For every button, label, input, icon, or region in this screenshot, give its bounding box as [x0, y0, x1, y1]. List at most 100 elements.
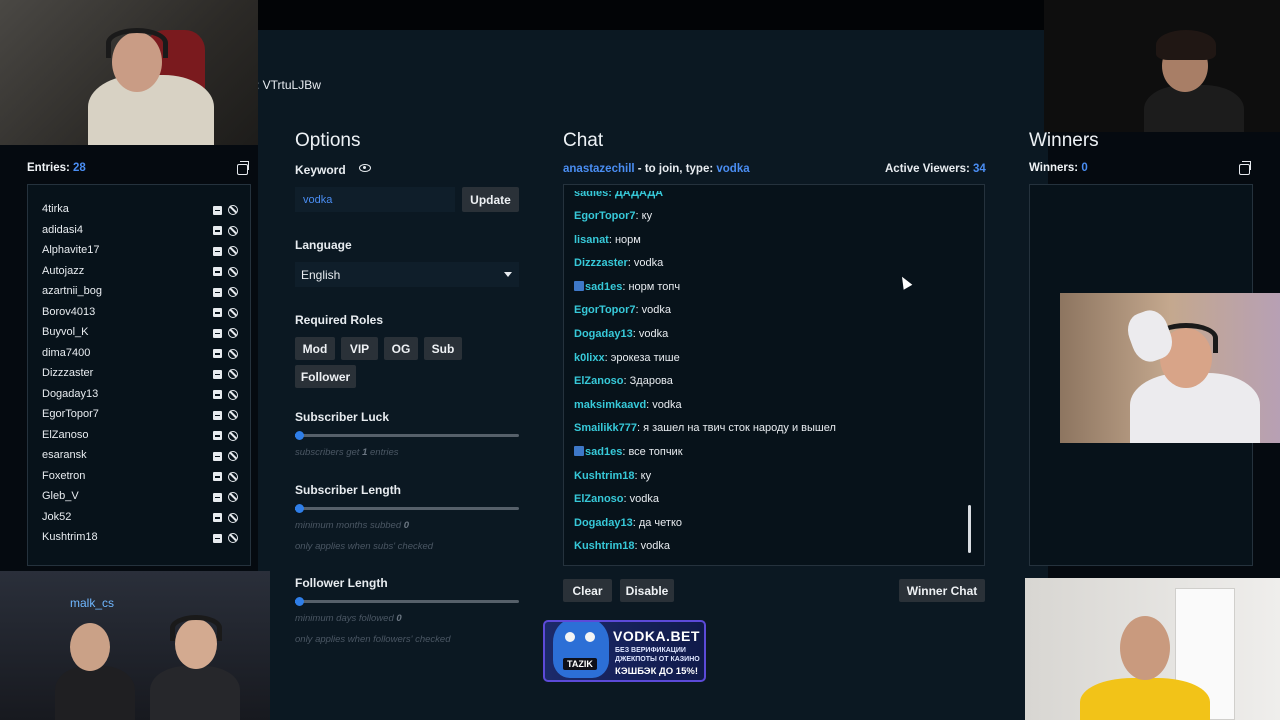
keyword-input[interactable] — [295, 187, 455, 212]
list-item[interactable]: adidasi4 — [28, 224, 250, 240]
chat-username[interactable]: lisanat — [574, 234, 609, 246]
chat-log[interactable]: sadles: ДАДАДА EgorTopor7: ку lisanat: но… — [563, 184, 985, 566]
ban-icon[interactable] — [228, 348, 238, 359]
remove-entry-icon[interactable] — [213, 410, 222, 420]
chat-username[interactable]: Dizzzaster — [574, 257, 628, 269]
ban-icon[interactable] — [228, 533, 238, 543]
chat-username[interactable]: EgorTopor7 — [574, 304, 636, 316]
role-vip-button[interactable]: VIP — [341, 337, 378, 360]
entry-name: Dogaday13 — [42, 387, 99, 400]
list-item[interactable]: Alphavite17 — [28, 244, 250, 260]
chat-username[interactable]: k0lixx — [574, 352, 605, 364]
ban-icon[interactable] — [228, 307, 238, 318]
list-item[interactable]: Borov4013 — [28, 306, 250, 322]
chat-scrollbar[interactable] — [968, 505, 971, 553]
eye-icon[interactable] — [359, 164, 371, 172]
ban-icon[interactable] — [228, 492, 238, 502]
remove-entry-icon[interactable] — [213, 533, 222, 543]
list-item[interactable]: ElZanoso — [28, 429, 250, 445]
list-item[interactable]: Dogaday13 — [28, 388, 250, 404]
remove-entry-icon[interactable] — [213, 369, 222, 379]
list-item[interactable]: Dizzzaster — [28, 367, 250, 383]
list-item[interactable]: dima7400 — [28, 347, 250, 363]
webcam-right-middle — [1060, 293, 1280, 443]
list-item[interactable]: azartnii_bog — [28, 285, 250, 301]
remove-entry-icon[interactable] — [213, 349, 222, 358]
remove-entry-icon[interactable] — [213, 513, 222, 522]
ban-icon[interactable] — [228, 389, 238, 400]
remove-entry-icon[interactable] — [213, 492, 222, 502]
chat-username[interactable]: sad1es — [585, 446, 622, 458]
list-item[interactable]: Buyvol_K — [28, 326, 250, 342]
ban-icon[interactable] — [228, 328, 238, 338]
remove-entry-icon[interactable] — [213, 328, 222, 338]
list-item[interactable]: Kushtrim18 — [28, 531, 250, 547]
entries-list[interactable]: 4tirka adidasi4 Alphavite17 Autojazz azartni… — [27, 184, 251, 566]
remove-entry-icon[interactable] — [213, 451, 222, 461]
ban-icon[interactable] — [228, 451, 238, 461]
copy-winners-icon[interactable] — [1239, 161, 1251, 175]
ban-icon[interactable] — [228, 287, 238, 297]
remove-entry-icon[interactable] — [213, 431, 222, 440]
person-left — [55, 666, 135, 720]
chat-username[interactable]: ElZanoso — [574, 493, 624, 505]
ban-icon[interactable] — [228, 410, 238, 420]
chat-username[interactable]: Smailikk777 — [574, 422, 637, 434]
list-item[interactable]: 4tirka — [28, 203, 250, 219]
follower-length-slider[interactable] — [295, 597, 519, 606]
entry-actions — [213, 410, 238, 420]
role-follower-button[interactable]: Follower — [295, 365, 356, 388]
role-mod-button[interactable]: Mod — [295, 337, 335, 360]
chat-username[interactable]: sad1es — [585, 281, 622, 293]
required-roles-label: Required Roles — [295, 313, 384, 327]
role-og-button[interactable]: OG — [384, 337, 418, 360]
winner-chat-button[interactable]: Winner Chat — [899, 579, 985, 602]
chat-username[interactable]: Dogaday13 — [574, 517, 633, 529]
copy-entries-icon[interactable] — [237, 161, 249, 175]
hint-text: entries — [370, 447, 399, 458]
subscriber-luck-label: Subscriber Luck — [295, 410, 390, 424]
remove-entry-icon[interactable] — [213, 390, 222, 399]
options-title: Options — [295, 130, 361, 151]
clear-button[interactable]: Clear — [563, 579, 612, 602]
chat-username[interactable]: Kushtrim18 — [574, 540, 635, 552]
ban-icon[interactable] — [228, 471, 238, 482]
chat-username[interactable]: ElZanoso — [574, 375, 624, 387]
language-select[interactable]: English — [295, 262, 519, 287]
remove-entry-icon[interactable] — [213, 226, 222, 235]
subscriber-length-slider[interactable] — [295, 504, 519, 513]
remove-entry-icon[interactable] — [213, 246, 222, 256]
ban-icon[interactable] — [228, 205, 238, 215]
subscriber-luck-slider[interactable] — [295, 431, 519, 440]
role-sub-button[interactable]: Sub — [424, 337, 462, 360]
list-item[interactable]: Jok52 — [28, 511, 250, 527]
ban-icon[interactable] — [228, 225, 238, 236]
remove-entry-icon[interactable] — [213, 287, 222, 297]
ban-icon[interactable] — [228, 266, 238, 277]
update-button[interactable]: Update — [462, 187, 519, 212]
promo-banner[interactable]: TAZIK VODKA.BET БЕЗ ВЕРИФИКАЦИИ ДЖЕКПОТЫ… — [543, 620, 706, 682]
remove-entry-icon[interactable] — [213, 308, 222, 317]
list-item[interactable]: Gleb_V — [28, 490, 250, 506]
ban-icon[interactable] — [228, 430, 238, 441]
remove-entry-icon[interactable] — [213, 472, 222, 481]
list-item[interactable]: EgorTopor7 — [28, 408, 250, 424]
list-item[interactable]: Foxetron — [28, 470, 250, 486]
list-item[interactable]: esaransk — [28, 449, 250, 465]
keyword-label: Keyword — [295, 163, 346, 177]
ban-icon[interactable] — [228, 512, 238, 523]
list-item[interactable]: Autojazz — [28, 265, 250, 281]
ban-icon[interactable] — [228, 246, 238, 256]
entry-name: Kushtrim18 — [42, 531, 98, 543]
chat-username[interactable]: EgorTopor7 — [574, 210, 636, 222]
ban-icon[interactable] — [228, 369, 238, 379]
chat-username[interactable]: Kushtrim18 — [574, 470, 635, 482]
remove-entry-icon[interactable] — [213, 267, 222, 276]
remove-entry-icon[interactable] — [213, 205, 222, 215]
chat-username[interactable]: maksimkaavd — [574, 399, 646, 411]
webcam-bottom-right — [1025, 578, 1280, 720]
chat-text: vodka — [633, 257, 664, 270]
entry-actions — [213, 307, 238, 318]
chat-username[interactable]: Dogaday13 — [574, 328, 633, 340]
disable-button[interactable]: Disable — [620, 579, 674, 602]
